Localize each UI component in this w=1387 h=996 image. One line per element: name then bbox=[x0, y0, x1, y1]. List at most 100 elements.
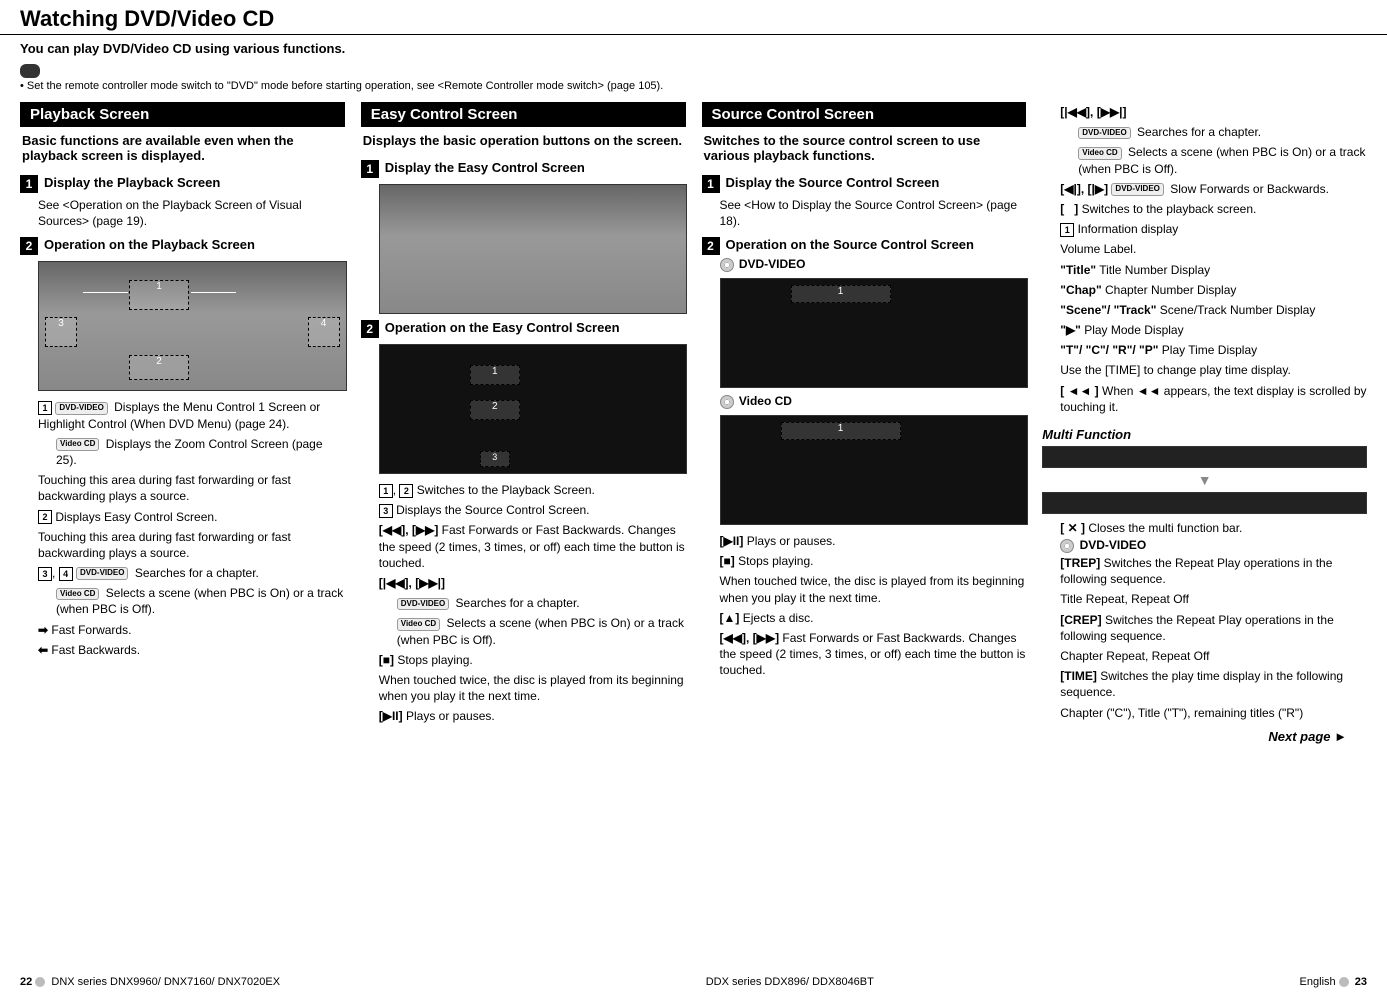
c4-title: "Title" Title Number Display bbox=[1042, 260, 1367, 280]
c4-crep: [CREP] Switches the Repeat Play operatio… bbox=[1042, 610, 1367, 646]
c4-crep-seq: Chapter Repeat, Repeat Off bbox=[1042, 646, 1367, 666]
easy-item-12: 1, 2 Switches to the Playback Screen. bbox=[361, 480, 686, 500]
src-stop-detail: When touched twice, the disc is played f… bbox=[702, 571, 1027, 607]
c4-scroll: [ ◄◄ ] When ◄◄ appears, the text display… bbox=[1042, 381, 1367, 417]
video-cd-icon-2: Video CD bbox=[56, 588, 99, 601]
easy-subhead: Displays the basic operation buttons on … bbox=[361, 127, 686, 154]
src-vcd-screenshot: 1 bbox=[720, 415, 1029, 525]
src-stop-text: Stops playing. bbox=[738, 554, 813, 568]
c4-time-seq: Chapter ("C"), Title ("T"), remaining ti… bbox=[1042, 703, 1367, 723]
easy-12-text: Switches to the Playback Screen. bbox=[417, 483, 595, 497]
multi-bar-1 bbox=[1042, 446, 1367, 468]
dvd-video-icon-2: DVD-VIDEO bbox=[76, 567, 128, 580]
easy-playpause-text: Plays or pauses. bbox=[406, 709, 495, 723]
easy-item-3: 3 Displays the Source Control Screen. bbox=[361, 500, 686, 520]
c4-scene-text: Scene/Track Number Display bbox=[1160, 303, 1316, 317]
easy-ref-2: 2 bbox=[399, 484, 413, 498]
easy-playpause: [▶II] Plays or pauses. bbox=[361, 706, 686, 726]
step-2-num: 2 bbox=[20, 237, 38, 255]
footer-bullet-2 bbox=[1339, 977, 1349, 987]
src-step-2-num: 2 bbox=[702, 237, 720, 255]
playback-subhead: Basic functions are available even when … bbox=[20, 127, 345, 169]
c4-slow-text: Slow Forwards or Backwards. bbox=[1170, 182, 1329, 196]
src-step-1-num: 1 bbox=[702, 175, 720, 193]
easy-ffrw: [◀◀], [▶▶] Fast Forwards or Fast Backwar… bbox=[361, 520, 686, 573]
item-1: 1 DVD-VIDEO Displays the Menu Control 1 … bbox=[20, 397, 345, 433]
easy-stop-text: Stops playing. bbox=[397, 653, 472, 667]
video-cd-icon: Video CD bbox=[56, 438, 99, 451]
col-playback-screen: Playback Screen Basic functions are avai… bbox=[20, 102, 345, 744]
c4-playmode: "▶" Play Mode Display bbox=[1042, 320, 1367, 340]
c4-skip-dvd: Searches for a chapter. bbox=[1137, 125, 1261, 139]
dvd-video-icon: DVD-VIDEO bbox=[55, 402, 107, 415]
down-arrow-icon: ▼ bbox=[1042, 472, 1367, 488]
src-step-1-body: See <How to Display the Source Control S… bbox=[702, 195, 1027, 231]
src-playpause-text: Plays or pauses. bbox=[747, 534, 836, 548]
c4-scene: "Scene"/ "Track" Scene/Track Number Disp… bbox=[1042, 300, 1367, 320]
c4-info-text: Information display bbox=[1078, 222, 1179, 236]
ff-row: ➡ Fast Forwards. bbox=[20, 620, 345, 640]
easy-skip-dvd: Searches for a chapter. bbox=[456, 596, 580, 610]
left-arrow-icon: ⬅ bbox=[38, 643, 48, 657]
src-playpause: [▶II] Plays or pauses. bbox=[702, 531, 1027, 551]
footer-right-lang: English bbox=[1300, 976, 1336, 988]
src-eject-text: Ejects a disc. bbox=[743, 611, 814, 625]
easy-step-1-num: 1 bbox=[361, 160, 379, 178]
video-cd-icon-3: Video CD bbox=[397, 618, 440, 631]
c4-time-btn-text: Switches the play time display in the fo… bbox=[1060, 669, 1343, 699]
step-1-body: See <Operation on the Playback Screen of… bbox=[20, 195, 345, 231]
page-title: Watching DVD/Video CD bbox=[0, 0, 1387, 35]
ff-text: Fast Forwards. bbox=[51, 623, 131, 637]
item-34-dvd: Searches for a chapter. bbox=[135, 566, 259, 580]
c4-switch-text: Switches to the playback screen. bbox=[1082, 202, 1257, 216]
c4-time-text: Play Time Display bbox=[1162, 343, 1257, 357]
disc-icon-2 bbox=[720, 395, 734, 409]
dvd-video-label: DVD-VIDEO bbox=[739, 257, 806, 271]
col-easy-control: Easy Control Screen Displays the basic o… bbox=[361, 102, 686, 744]
easy-ref-1: 1 bbox=[379, 484, 393, 498]
easy-step-2-num: 2 bbox=[361, 320, 379, 338]
easy-3-text: Displays the Source Control Screen. bbox=[396, 503, 589, 517]
c4-info: 1 Information display bbox=[1042, 219, 1367, 239]
c4-playmode-text: Play Mode Display bbox=[1084, 323, 1183, 337]
col-source-control: Source Control Screen Switches to the so… bbox=[702, 102, 1027, 744]
right-arrow-icon: ➡ bbox=[38, 623, 48, 637]
c4-chap-text: Chapter Number Display bbox=[1105, 283, 1236, 297]
footer-left-text: DNX series DNX9960/ DNX7160/ DNX7020EX bbox=[51, 976, 280, 988]
next-page-link: Next page ► bbox=[1042, 729, 1367, 744]
multi-function-title: Multi Function bbox=[1042, 427, 1367, 442]
c4-dvd-label: DVD-VIDEO bbox=[1080, 538, 1147, 552]
item-34: 3, 4 DVD-VIDEO Searches for a chapter. bbox=[20, 563, 345, 583]
item-34-vcd: Selects a scene (when PBC is On) or a tr… bbox=[56, 586, 343, 616]
footer-page-right: 23 bbox=[1355, 976, 1367, 988]
easy-stop: [■] Stops playing. bbox=[361, 650, 686, 670]
step-1-title: Display the Playback Screen bbox=[44, 175, 220, 190]
playback-screenshot: 1 3 4 2 bbox=[38, 261, 347, 391]
c4-trep: [TREP] Switches the Repeat Play operatio… bbox=[1042, 553, 1367, 589]
footer-mid-text: DDX series DDX896/ DDX8046BT bbox=[706, 976, 874, 988]
disc-icon-3 bbox=[1060, 539, 1074, 553]
note-body: Set the remote controller mode switch to… bbox=[27, 80, 663, 92]
dvd-video-icon-5: DVD-VIDEO bbox=[1111, 183, 1163, 196]
c4-slow: [◀|], [|▶] DVD-VIDEO Slow Forwards or Ba… bbox=[1042, 179, 1367, 199]
c4-time-btn: [TIME] Switches the play time display in… bbox=[1042, 666, 1367, 702]
dvd-video-icon-3: DVD-VIDEO bbox=[397, 598, 449, 611]
fb-text: Fast Backwards. bbox=[51, 643, 140, 657]
src-ffrw: [◀◀], [▶▶] Fast Forwards or Fast Backwar… bbox=[702, 628, 1027, 681]
c4-crep-text: Switches the Repeat Play operations in t… bbox=[1060, 613, 1334, 643]
c4-trep-seq: Title Repeat, Repeat Off bbox=[1042, 589, 1367, 609]
easy-ref-3: 3 bbox=[379, 504, 393, 518]
c4-time: "T"/ "C"/ "R"/ "P" Play Time Display bbox=[1042, 340, 1367, 360]
easy-screenshot-2: 1 2 3 bbox=[379, 344, 688, 474]
c4-trep-text: Switches the Repeat Play operations in t… bbox=[1060, 556, 1332, 586]
src-dvd-screenshot: 1 bbox=[720, 278, 1029, 388]
c4-chap: "Chap" Chapter Number Display bbox=[1042, 280, 1367, 300]
note-text: • Set the remote controller mode switch … bbox=[0, 78, 1387, 102]
c4-close-text: Closes the multi function bar. bbox=[1088, 521, 1242, 535]
note-icon bbox=[20, 64, 40, 78]
src-eject: [▲] Ejects a disc. bbox=[702, 608, 1027, 628]
fb-row: ⬅ Fast Backwards. bbox=[20, 640, 345, 660]
step-1-num: 1 bbox=[20, 175, 38, 193]
multi-bar-2 bbox=[1042, 492, 1367, 514]
src-stop: [■] Stops playing. bbox=[702, 551, 1027, 571]
